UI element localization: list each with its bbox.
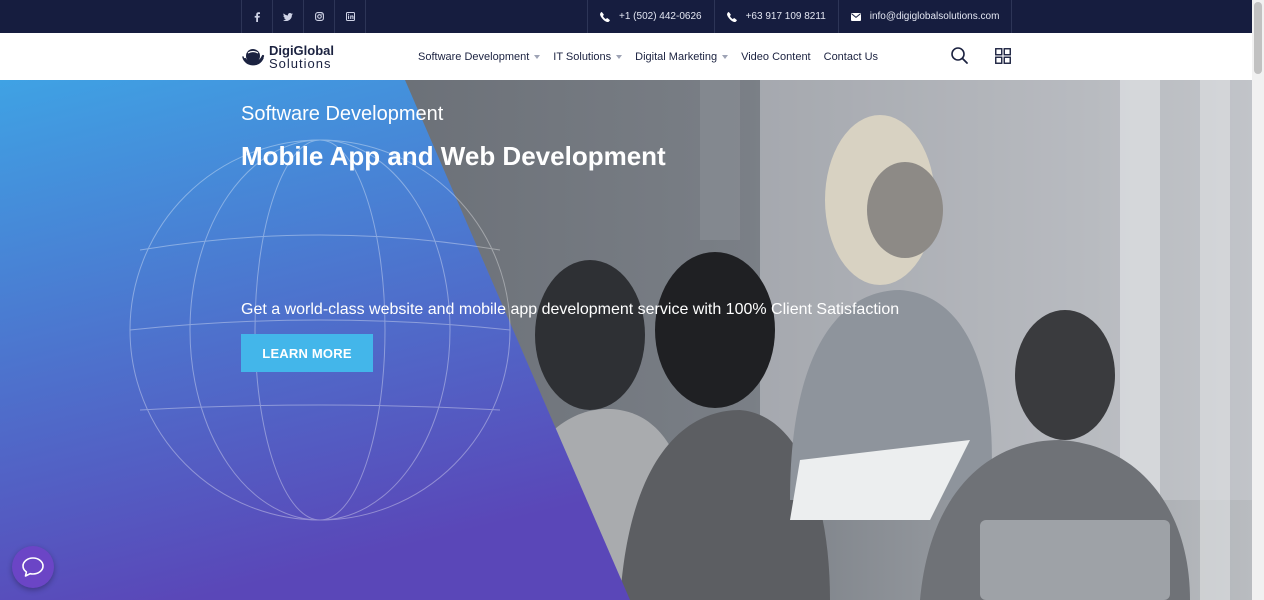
globe-logo-icon [242,49,265,66]
linkedin-icon [345,12,355,21]
scrollbar-thumb[interactable] [1254,2,1262,74]
caret-down-icon [534,54,541,59]
phone-number-2: +63 917 109 8211 [745,11,826,22]
phone-number-1: +1 (502) 442-0626 [619,11,702,22]
phone-contact-1[interactable]: +1 (502) 442-0626 [587,0,714,33]
envelope-icon [850,12,861,21]
facebook-link[interactable] [242,0,273,33]
hero-headline: Mobile App and Web Development [241,141,666,171]
top-bar: +1 (502) 442-0626 +63 917 109 8211 info@… [0,0,1252,33]
primary-nav: Software Development IT Solutions Digita… [418,33,891,80]
site-logo[interactable]: DigiGlobal Solutions [241,42,334,72]
logo-subtitle: Solutions [269,56,332,71]
grid-icon [995,48,1011,64]
hero-content: Software Development Mobile App and Web … [0,80,1252,600]
main-navbar: DigiGlobal Solutions Software Developmen… [0,33,1252,81]
hero-tagline: Get a world-class website and mobile app… [241,301,900,318]
search-button[interactable] [950,46,970,66]
twitter-icon [283,12,293,21]
contact-info: +1 (502) 442-0626 +63 917 109 8211 info@… [587,0,1013,33]
email-address: info@digiglobalsolutions.com [869,11,1000,22]
instagram-link[interactable] [304,0,335,33]
phone-icon [600,11,610,22]
nav-label: Digital Marketing [635,50,718,63]
phone-contact-2[interactable]: +63 917 109 8211 [713,0,838,33]
linkedin-link[interactable] [335,0,366,33]
learn-more-button[interactable]: LEARN MORE [241,334,373,372]
hero-kicker: Software Development [241,103,444,125]
nav-label: IT Solutions [553,50,612,63]
nav-digital-marketing[interactable]: Digital Marketing [635,50,729,63]
search-icon [951,47,968,64]
page-scrollbar[interactable] [1252,0,1264,600]
nav-label: Video Content [741,50,811,63]
caret-down-icon [616,54,623,59]
chat-widget-button[interactable] [12,546,54,588]
nav-label: Software Development [418,50,530,63]
nav-label: Contact Us [823,50,879,63]
chat-bubble-icon [22,557,44,577]
instagram-icon [314,12,324,21]
email-contact[interactable]: info@digiglobalsolutions.com [837,0,1013,33]
hero-banner: Software Development Mobile App and Web … [0,80,1252,600]
phone-icon [726,11,737,22]
facebook-icon [254,11,260,22]
caret-down-icon [722,54,729,59]
nav-contact-us[interactable]: Contact Us [824,51,878,63]
social-links [241,0,366,33]
twitter-link[interactable] [273,0,304,33]
nav-software-development[interactable]: Software Development [418,50,541,63]
menu-grid-button[interactable] [995,48,1011,64]
nav-it-solutions[interactable]: IT Solutions [553,50,623,63]
nav-video-content[interactable]: Video Content [741,51,811,63]
